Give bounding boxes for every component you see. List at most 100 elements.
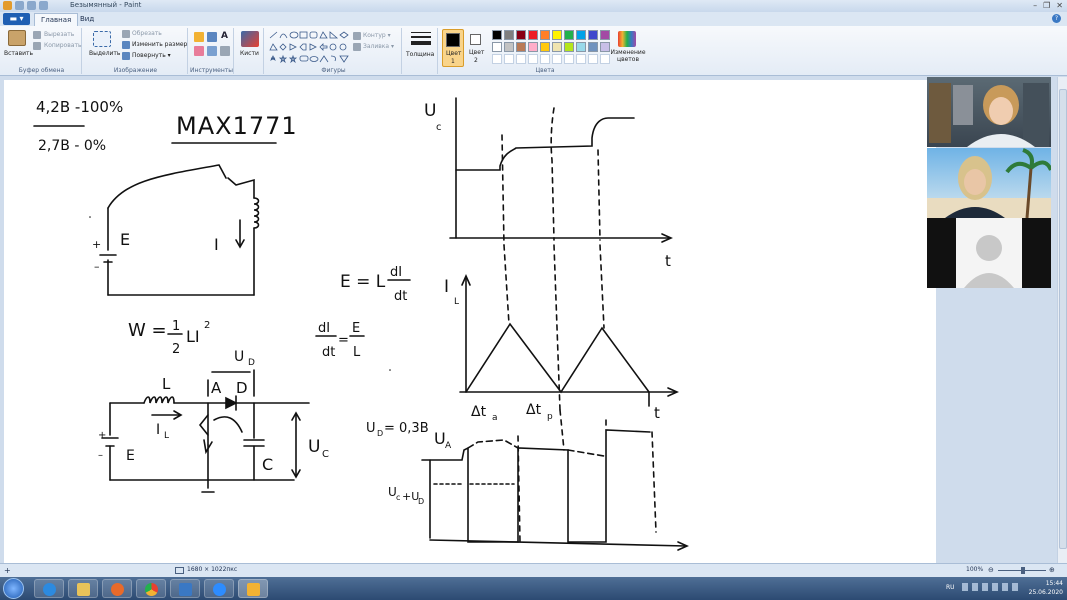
rotate-button[interactable]: Повернуть ▾ [132, 52, 171, 59]
palette-swatch[interactable] [492, 42, 502, 52]
paste-icon[interactable] [8, 30, 26, 46]
palette-swatch[interactable] [576, 42, 586, 52]
redo-icon[interactable] [39, 1, 48, 10]
minimize-button[interactable]: – [1033, 1, 1037, 10]
line-size-icon[interactable] [411, 31, 431, 47]
resize-button[interactable]: Изменить размер [132, 41, 187, 48]
paint-app-icon[interactable] [3, 1, 12, 10]
custom-color-slot[interactable] [588, 54, 598, 64]
taskbar-chrome[interactable] [136, 579, 166, 598]
custom-color-slot[interactable] [528, 54, 538, 64]
custom-color-slot[interactable] [552, 54, 562, 64]
participant-video-3 [927, 218, 1051, 288]
zoom-in-button[interactable]: ⊕ [1049, 566, 1055, 574]
palette-swatch[interactable] [552, 42, 562, 52]
color1-label: Цвет [446, 50, 462, 57]
palette-swatch[interactable] [492, 30, 502, 40]
custom-color-slot[interactable] [576, 54, 586, 64]
help-icon[interactable]: ? [1052, 14, 1061, 23]
el-numerator: E [352, 321, 360, 336]
maximize-button[interactable]: ❐ [1043, 1, 1050, 10]
palette-swatch[interactable] [528, 30, 538, 40]
crop-button[interactable]: Обрезать [132, 30, 162, 37]
person-silhouette-icon [964, 235, 1014, 288]
palette-swatch[interactable] [600, 42, 610, 52]
custom-color-slot[interactable] [492, 54, 502, 64]
taskbar-explorer[interactable] [68, 579, 98, 598]
close-button[interactable]: ✕ [1056, 1, 1063, 10]
undo-icon[interactable] [27, 1, 36, 10]
cut-button[interactable]: Вырезать [44, 31, 74, 38]
palette-swatch[interactable] [552, 30, 562, 40]
select-button[interactable]: Выделить [89, 50, 120, 57]
pencil-icon[interactable] [194, 32, 204, 42]
taskbar-paint[interactable] [238, 579, 268, 598]
palette-swatch[interactable] [588, 30, 598, 40]
crosshair-icon: + [4, 566, 11, 575]
plot3-left-subscript: c [396, 493, 400, 502]
custom-color-slot[interactable] [600, 54, 610, 64]
palette-swatch[interactable] [588, 42, 598, 52]
size-button[interactable]: Толщина [406, 51, 434, 58]
custom-color-slot[interactable] [564, 54, 574, 64]
brush-icon[interactable] [241, 31, 259, 47]
palette-swatch[interactable] [528, 42, 538, 52]
palette-swatch[interactable] [576, 30, 586, 40]
language-indicator[interactable]: RU [946, 584, 955, 591]
palette-swatch[interactable] [516, 30, 526, 40]
palette-swatch[interactable] [516, 42, 526, 52]
shape-outline-button[interactable]: Контур ▾ [363, 32, 391, 39]
palette-swatch[interactable] [540, 42, 550, 52]
taskbar: RU 15:44 25.06.2020 [0, 577, 1067, 600]
plot1-y-label: U [424, 101, 436, 121]
vertical-scrollbar[interactable] [1057, 77, 1067, 563]
taskbar-ie[interactable] [34, 579, 64, 598]
palette-swatch[interactable] [540, 30, 550, 40]
tray-icons[interactable] [962, 583, 1022, 591]
custom-color-slot[interactable] [516, 54, 526, 64]
magnifier-icon[interactable] [220, 46, 230, 56]
shape-fill-button[interactable]: Заливка ▾ [363, 43, 394, 50]
custom-color-slot[interactable] [504, 54, 514, 64]
fill-bucket-icon[interactable] [207, 32, 217, 42]
zoom-out-button[interactable]: ⊖ [988, 566, 994, 574]
select-icon[interactable] [93, 31, 111, 47]
zoom-slider-thumb[interactable] [1021, 567, 1025, 574]
palette-swatch[interactable] [564, 30, 574, 40]
zoom-level: 100% [966, 566, 984, 573]
edit-colors-icon[interactable] [618, 31, 636, 47]
didt-equals: = [338, 333, 349, 348]
text-tool-icon[interactable]: A [221, 31, 228, 41]
start-button[interactable] [3, 578, 24, 599]
eraser-icon[interactable] [194, 46, 204, 56]
ud-label: U [234, 349, 244, 365]
palette-swatch[interactable] [504, 42, 514, 52]
status-bar: + 1680 × 1022пкс 100% ⊖ ⊕ [0, 563, 1067, 577]
taskbar-media[interactable] [102, 579, 132, 598]
custom-color-slot[interactable] [540, 54, 550, 64]
paint-menu-button[interactable]: ▬ ▾ [3, 13, 30, 25]
color1-selector[interactable]: Цвет 1 [442, 29, 464, 67]
taskbar-zoom[interactable] [204, 579, 234, 598]
tab-home[interactable]: Главная [34, 13, 79, 26]
tab-view[interactable]: Вид [74, 13, 100, 26]
save-icon[interactable] [15, 1, 24, 10]
rotate-icon [122, 52, 130, 60]
palette-swatch[interactable] [504, 30, 514, 40]
e-label: E [120, 230, 130, 249]
scrollbar-thumb[interactable] [1059, 89, 1067, 549]
il-subscript: L [164, 431, 169, 441]
color-picker-icon[interactable] [207, 46, 217, 56]
brushes-button[interactable]: Кисти [240, 50, 259, 57]
drawing-canvas[interactable]: 4,2В -100% 2,7В - 0% MAX1771 + – E I W =… [4, 80, 936, 563]
paste-button[interactable]: Вставить [4, 50, 33, 57]
copy-button[interactable]: Копировать [44, 42, 81, 49]
taskbar-app-window[interactable] [170, 579, 200, 598]
palette-swatch[interactable] [600, 30, 610, 40]
shapes-gallery[interactable] [268, 30, 350, 64]
palette-swatch[interactable] [564, 42, 574, 52]
ta-subscript: a [492, 413, 498, 423]
clock[interactable]: 15:44 25.06.2020 [1029, 579, 1063, 597]
color2-selector[interactable]: Цвет 2 [466, 29, 488, 67]
edit-colors-button[interactable]: Изменение цветов [610, 49, 646, 63]
